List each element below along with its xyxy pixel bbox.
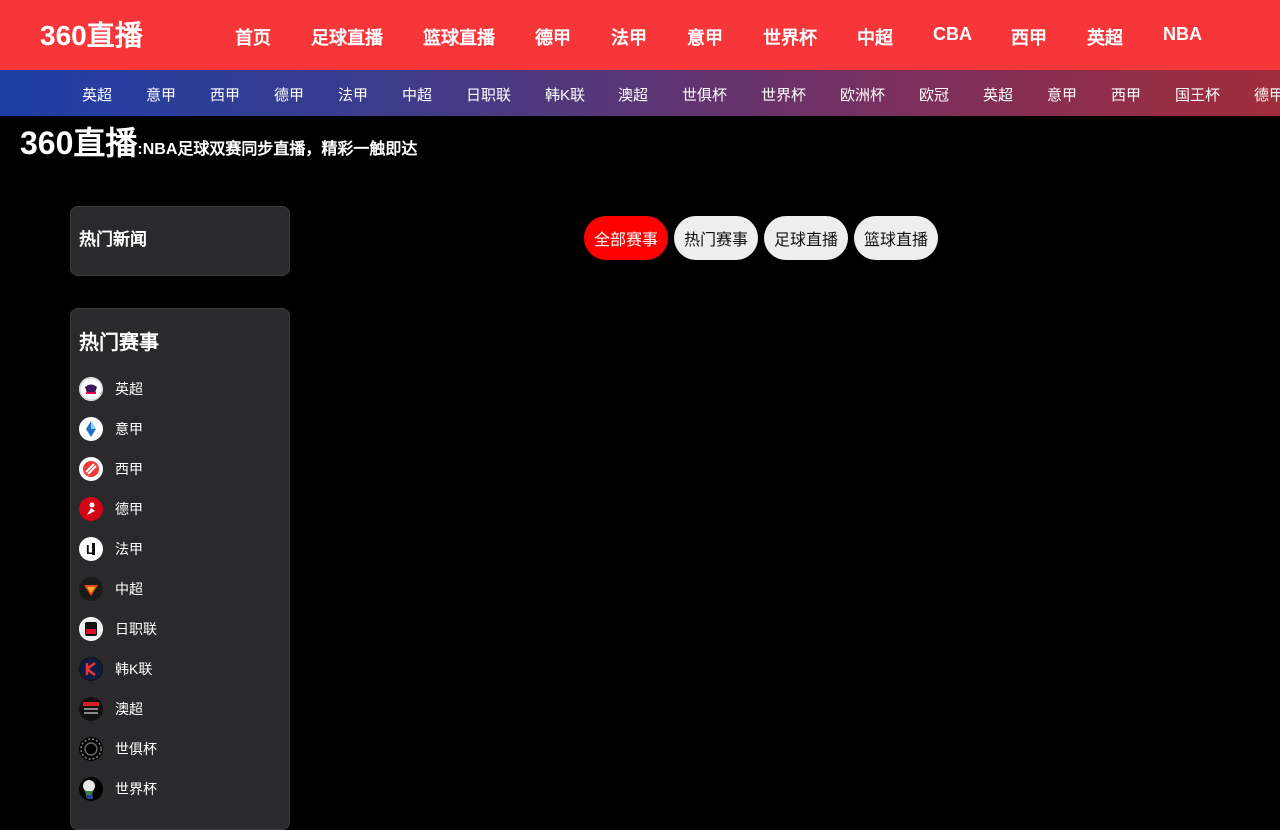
hot-news-panel: 热门新闻 [70, 206, 290, 276]
event-item-laliga[interactable]: 西甲 [79, 449, 279, 489]
main-nav-item[interactable]: 德甲 [535, 24, 571, 50]
event-item-serie-a[interactable]: 意甲 [79, 409, 279, 449]
event-item-premier-league[interactable]: 英超 [79, 369, 279, 409]
page-headline: 360直播:NBA足球双赛同步直播，精彩一触即达 [20, 118, 417, 164]
serie-a-icon [79, 417, 103, 441]
main-nav-item[interactable]: 意甲 [687, 24, 723, 50]
main-nav-item[interactable]: 西甲 [1011, 24, 1047, 50]
event-item-ligue1[interactable]: L 法甲 [79, 529, 279, 569]
k-league-icon [79, 657, 103, 681]
event-item-bundesliga[interactable]: 德甲 [79, 489, 279, 529]
league-nav-item[interactable]: 欧洲杯 [840, 84, 885, 105]
event-item-club-world-cup[interactable]: 世俱杯 [79, 729, 279, 769]
hot-events-panel: 热门赛事 英超 意甲 西甲 德甲 L 法甲 中超 日职联 韩K联 澳超 世俱杯 … [70, 308, 290, 830]
event-list: 英超 意甲 西甲 德甲 L 法甲 中超 日职联 韩K联 澳超 世俱杯 世界杯 [79, 369, 279, 809]
league-nav-item[interactable]: 西甲 [210, 84, 240, 105]
event-label: 意甲 [115, 421, 143, 437]
premier-league-icon [79, 377, 103, 401]
league-nav-item[interactable]: 韩K联 [545, 84, 585, 105]
headline-brand: 360直播 [20, 125, 138, 161]
headline-tagline: :NBA足球双赛同步直播，精彩一触即达 [137, 141, 418, 158]
event-label: 韩K联 [115, 661, 153, 677]
event-item-csl[interactable]: 中超 [79, 569, 279, 609]
event-label: 法甲 [115, 541, 143, 557]
hot-events-title: 热门赛事 [79, 332, 159, 354]
event-label: 日职联 [115, 621, 157, 637]
event-label: 澳超 [115, 701, 143, 717]
event-label: 世俱杯 [115, 741, 157, 757]
league-nav-item[interactable]: 英超 [983, 84, 1013, 105]
hot-news-title: 热门新闻 [79, 230, 147, 249]
filter-basketball-live[interactable]: 篮球直播 [854, 216, 939, 260]
event-item-j-league[interactable]: 日职联 [79, 609, 279, 649]
event-label: 英超 [115, 381, 143, 397]
main-nav-item[interactable]: 中超 [857, 24, 893, 50]
main-nav: 首页 足球直播 篮球直播 德甲 法甲 意甲 世界杯 中超 CBA 西甲 英超 N… [0, 0, 1280, 70]
club-world-cup-icon [79, 737, 103, 761]
world-cup-icon [79, 777, 103, 801]
csl-icon [79, 577, 103, 601]
league-nav-item[interactable]: 法甲 [338, 84, 368, 105]
league-nav-item[interactable]: 世界杯 [761, 84, 806, 105]
event-item-world-cup[interactable]: 世界杯 [79, 769, 279, 809]
league-nav-item[interactable]: 国王杯 [1175, 84, 1220, 105]
filter-hot-events[interactable]: 热门赛事 [674, 216, 759, 260]
top-header: 360直播 首页 足球直播 篮球直播 德甲 法甲 意甲 世界杯 中超 CBA 西… [0, 0, 1280, 70]
league-nav-item[interactable]: 世俱杯 [682, 84, 727, 105]
filter-all-events[interactable]: 全部赛事 [584, 216, 669, 260]
main-nav-item[interactable]: 法甲 [611, 24, 647, 50]
j-league-icon [79, 617, 103, 641]
league-nav-item[interactable]: 中超 [402, 84, 432, 105]
ligue1-icon: L [79, 537, 103, 561]
event-item-k-league[interactable]: 韩K联 [79, 649, 279, 689]
event-label: 中超 [115, 581, 143, 597]
main-nav-item[interactable]: NBA [1163, 24, 1202, 45]
main-nav-item[interactable]: 篮球直播 [423, 24, 495, 50]
main-nav-item[interactable]: 英超 [1087, 24, 1123, 50]
event-label: 世界杯 [115, 781, 157, 797]
event-item-a-league[interactable]: 澳超 [79, 689, 279, 729]
league-nav-item[interactable]: 德甲 [274, 84, 304, 105]
league-nav-bar: 英超 意甲 西甲 德甲 法甲 中超 日职联 韩K联 澳超 世俱杯 世界杯 欧洲杯… [0, 70, 1280, 116]
event-label: 西甲 [115, 461, 143, 477]
league-nav-item[interactable]: 意甲 [1047, 84, 1077, 105]
league-nav-item[interactable]: 欧冠 [919, 84, 949, 105]
main-nav-item[interactable]: 足球直播 [311, 24, 383, 50]
main-nav-item[interactable]: CBA [933, 24, 972, 45]
event-label: 德甲 [115, 501, 143, 517]
filter-tabs: 全部赛事 热门赛事 足球直播 篮球直播 [584, 216, 939, 260]
league-nav-item[interactable]: 日职联 [466, 84, 511, 105]
a-league-icon [79, 697, 103, 721]
laliga-icon [79, 457, 103, 481]
league-nav-item[interactable]: 西甲 [1111, 84, 1141, 105]
bundesliga-icon [79, 497, 103, 521]
filter-football-live[interactable]: 足球直播 [764, 216, 849, 260]
main-nav-item[interactable]: 首页 [235, 24, 271, 50]
league-nav-item[interactable]: 意甲 [146, 84, 176, 105]
league-nav-item[interactable]: 德甲 [1254, 84, 1280, 105]
main-nav-item[interactable]: 世界杯 [763, 24, 817, 50]
league-nav-item[interactable]: 英超 [82, 84, 112, 105]
league-nav-item[interactable]: 澳超 [618, 84, 648, 105]
